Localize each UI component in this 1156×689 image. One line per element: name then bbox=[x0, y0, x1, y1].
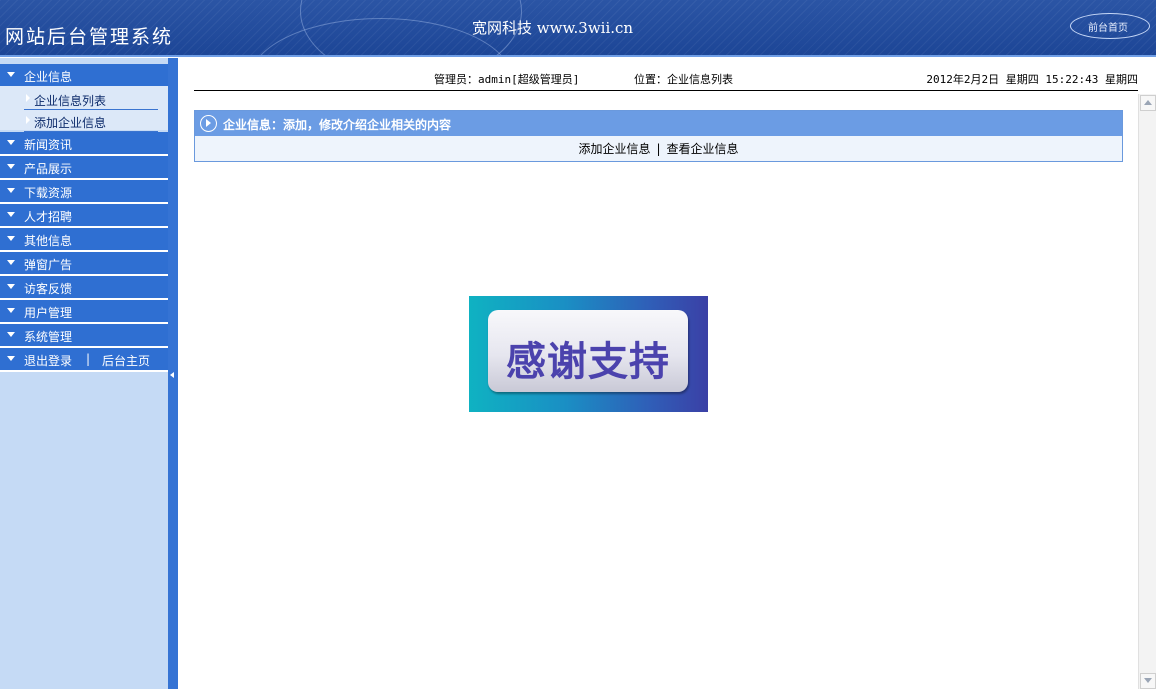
arrow-up-icon bbox=[1144, 100, 1152, 105]
panel-links: 添加企业信息 | 查看企业信息 bbox=[195, 140, 1122, 157]
submenu-item-company-list[interactable]: 企业信息列表 bbox=[24, 88, 158, 110]
menu-item-other-info[interactable]: 其他信息 bbox=[0, 228, 168, 252]
panel-header: 企业信息：添加，修改介绍企业相关的内容 bbox=[195, 111, 1122, 136]
logout-link[interactable]: 退出登录 bbox=[24, 352, 72, 369]
play-circle-icon bbox=[200, 115, 217, 132]
menu-item-label: 企业信息 bbox=[24, 70, 73, 84]
vertical-scrollbar[interactable] bbox=[1138, 94, 1156, 689]
menu-item-label: 用户管理 bbox=[24, 306, 73, 320]
menu-item-logout-row: 退出登录 | 后台主页 bbox=[0, 348, 168, 372]
triangle-right-icon bbox=[26, 116, 30, 124]
scroll-up-button[interactable] bbox=[1140, 95, 1156, 111]
menu-item-popup-ads[interactable]: 弹窗广告 bbox=[0, 252, 168, 276]
datetime: 2012年2月2日 星期四 15:22:43 星期四 bbox=[926, 73, 1138, 86]
menu-item-news[interactable]: 新闻资讯 bbox=[0, 132, 168, 156]
scroll-down-button[interactable] bbox=[1140, 673, 1156, 689]
logout-separator: | bbox=[86, 352, 91, 366]
triangle-down-icon bbox=[7, 236, 15, 241]
triangle-down-icon bbox=[7, 356, 15, 361]
menu-item-label: 新闻资讯 bbox=[24, 138, 73, 152]
menu-item-recruitment[interactable]: 人才招聘 bbox=[0, 204, 168, 228]
thanks-button-graphic: 感谢支持 bbox=[488, 310, 688, 392]
menu-item-downloads[interactable]: 下载资源 bbox=[0, 180, 168, 204]
header-divider bbox=[0, 55, 1156, 57]
submenu-item-add-company[interactable]: 添加企业信息 bbox=[24, 110, 158, 132]
admin-info: 管理员：admin[超级管理员] bbox=[434, 73, 580, 86]
arrow-down-icon bbox=[1144, 678, 1152, 683]
company-info-panel: 企业信息：添加，修改介绍企业相关的内容 添加企业信息 | 查看企业信息 bbox=[194, 110, 1123, 162]
triangle-down-icon bbox=[7, 332, 15, 337]
triangle-down-icon bbox=[7, 140, 15, 145]
menu-item-visitor-feedback[interactable]: 访客反馈 bbox=[0, 276, 168, 300]
thanks-text: 感谢支持 bbox=[506, 339, 670, 385]
triangle-down-icon bbox=[7, 308, 15, 313]
menu-item-label: 产品展示 bbox=[24, 162, 73, 176]
menu-item-products[interactable]: 产品展示 bbox=[0, 156, 168, 180]
breadcrumb: 位置：企业信息列表 bbox=[634, 73, 733, 86]
menu-item-label: 系统管理 bbox=[24, 330, 73, 344]
triangle-down-icon bbox=[7, 164, 15, 169]
submenu: 企业信息列表 添加企业信息 bbox=[0, 86, 168, 132]
menu-item-label: 人才招聘 bbox=[24, 210, 73, 224]
collapse-arrow-icon bbox=[170, 372, 174, 378]
triangle-down-icon bbox=[7, 188, 15, 193]
panel-title: 企业信息：添加，修改介绍企业相关的内容 bbox=[223, 118, 452, 132]
thanks-banner: 感谢支持 bbox=[469, 296, 708, 412]
submenu-item-label: 企业信息列表 bbox=[34, 94, 107, 108]
triangle-down-icon bbox=[7, 260, 15, 265]
link-separator: | bbox=[656, 142, 661, 156]
admin-home-link[interactable]: 后台主页 bbox=[102, 352, 150, 369]
header-banner: 网站后台管理系统 宽网科技 www.3wii.cn 前台首页 bbox=[0, 0, 1156, 57]
menu-item-system-management[interactable]: 系统管理 bbox=[0, 324, 168, 348]
front-home-button[interactable]: 前台首页 bbox=[1070, 13, 1150, 39]
sidebar-collapse-toggle[interactable] bbox=[168, 58, 178, 689]
menu-item-label: 弹窗广告 bbox=[24, 258, 73, 272]
menu-item-label: 其他信息 bbox=[24, 234, 73, 248]
info-bar: 管理员：admin[超级管理员] 位置：企业信息列表 2012年2月2日 星期四… bbox=[194, 70, 1138, 91]
company-name: 宽网科技 www.3wii.cn bbox=[472, 19, 634, 37]
menu-item-company-info[interactable]: 企业信息 bbox=[0, 64, 168, 88]
submenu-item-label: 添加企业信息 bbox=[34, 116, 107, 130]
menu-item-user-management[interactable]: 用户管理 bbox=[0, 300, 168, 324]
add-company-link[interactable]: 添加企业信息 bbox=[578, 142, 650, 156]
triangle-right-icon bbox=[26, 94, 30, 102]
menu-item-label: 下载资源 bbox=[24, 186, 73, 200]
view-company-link[interactable]: 查看企业信息 bbox=[667, 142, 739, 156]
triangle-down-icon bbox=[7, 212, 15, 217]
menu-item-label: 访客反馈 bbox=[24, 282, 73, 296]
front-home-label: 前台首页 bbox=[1088, 23, 1128, 34]
system-title: 网站后台管理系统 bbox=[5, 26, 174, 48]
triangle-down-icon bbox=[7, 72, 15, 77]
triangle-down-icon bbox=[7, 284, 15, 289]
